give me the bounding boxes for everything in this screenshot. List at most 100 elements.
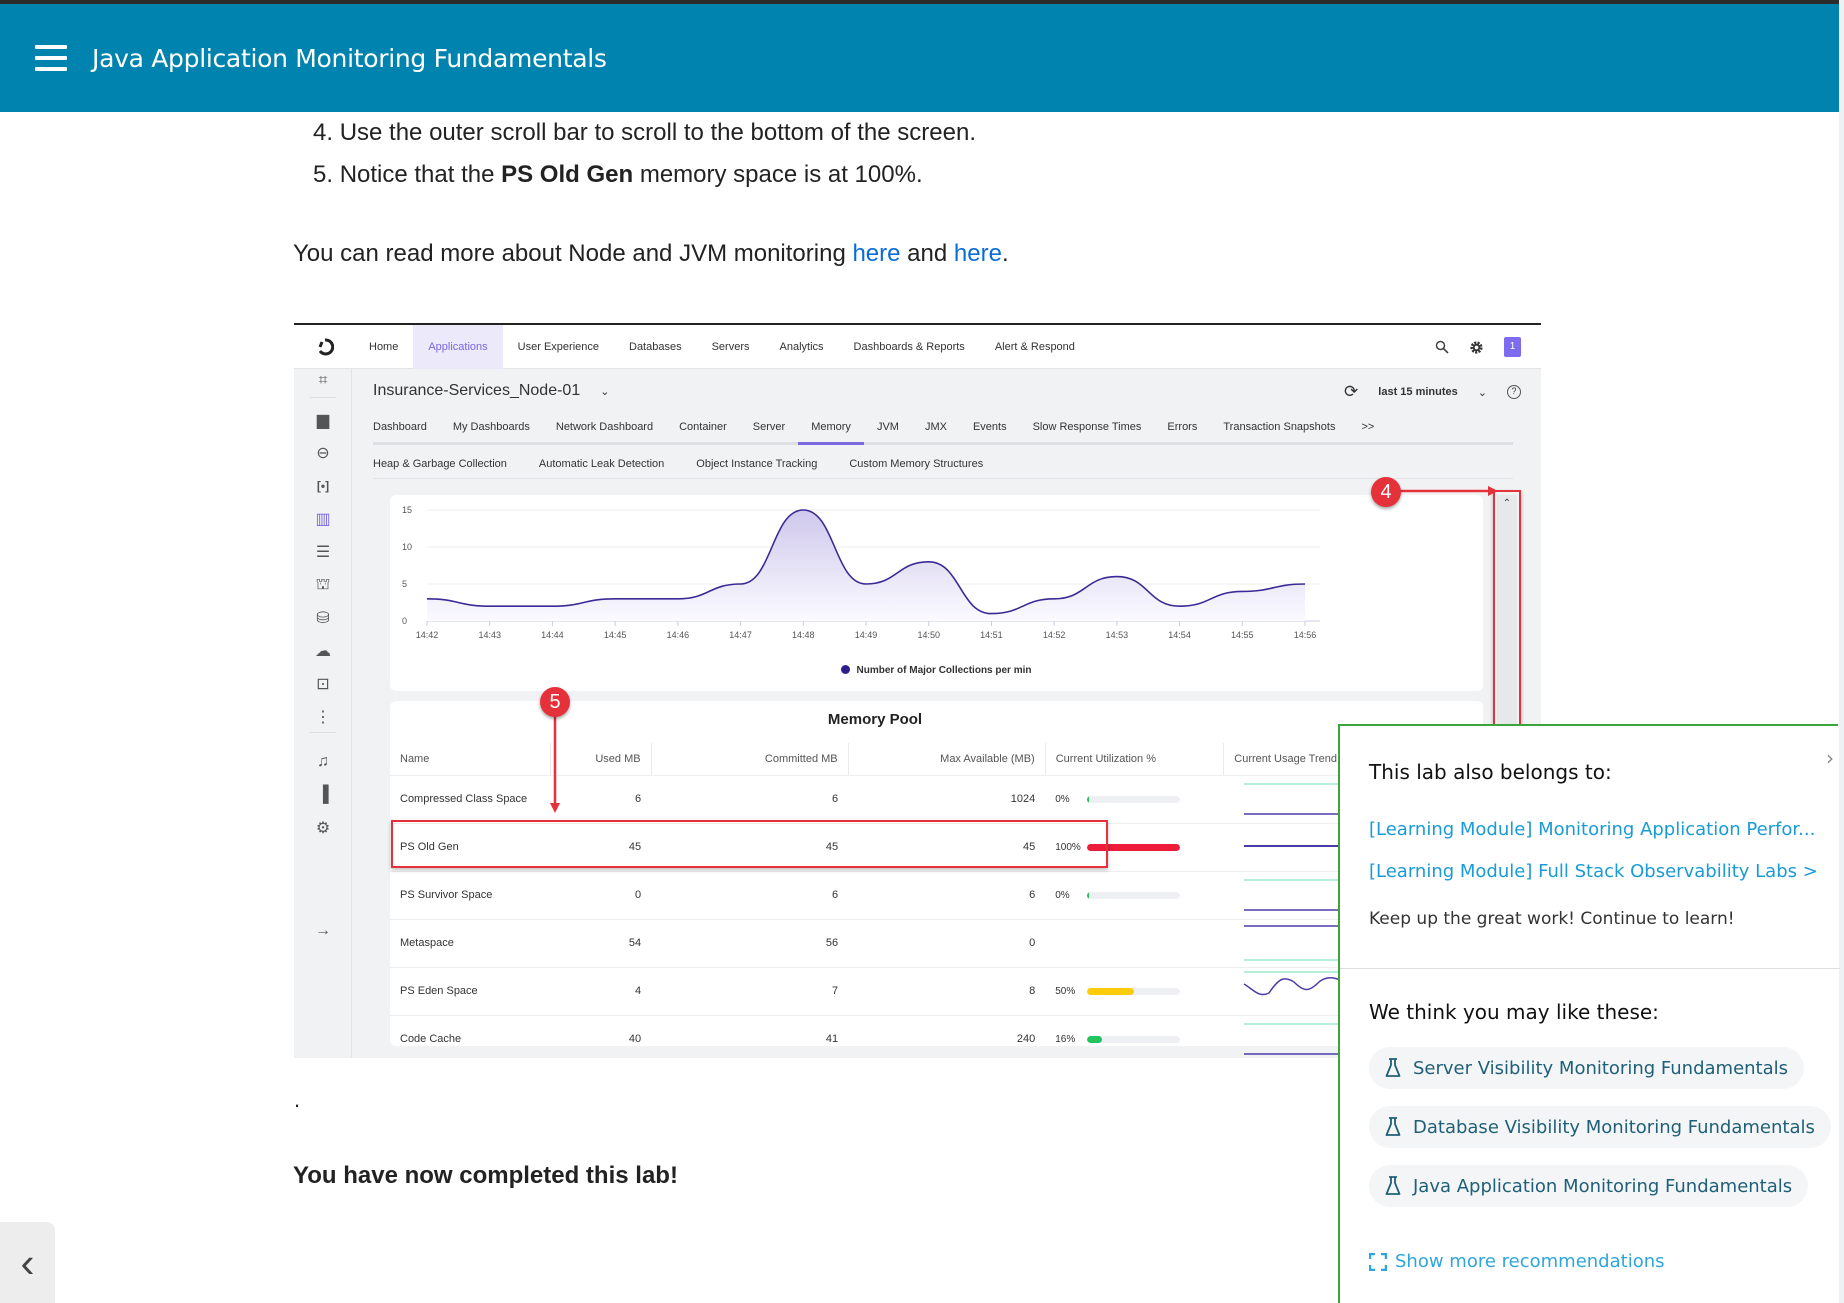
table-row[interactable]: Code Cache 40 41 240 16%: [390, 1015, 1483, 1058]
help-icon[interactable]: ?: [1507, 385, 1521, 399]
recommendation-item[interactable]: Database Visibility Monitoring Fundament…: [1369, 1106, 1831, 1148]
embedded-nav: Home Applications User Experience Databases…: [354, 325, 1090, 369]
expand-arrow-icon[interactable]: →: [294, 919, 352, 943]
column-header: Name: [390, 743, 551, 776]
read-more-paragraph: You can read more about Node and JVM mon…: [293, 240, 1009, 267]
tab-server[interactable]: Server: [740, 409, 798, 442]
chevron-down-icon[interactable]: ⌄: [1478, 386, 1487, 399]
belongs-title: This lab also belongs to:: [1369, 760, 1612, 784]
table-row[interactable]: PS Survivor Space 0 6 6 0%: [390, 871, 1483, 920]
lab-flask-icon: [1385, 1117, 1401, 1136]
arrow-4: [1384, 486, 1498, 496]
settings-icon[interactable]: ⚙: [294, 816, 352, 840]
cell-max: 240: [848, 1015, 1046, 1058]
tab-memory[interactable]: Memory: [798, 409, 864, 445]
learning-module-link-1[interactable]: [Learning Module] Monitoring Application…: [1369, 819, 1815, 840]
tab-transaction-snapshots[interactable]: Transaction Snapshots: [1210, 409, 1348, 442]
tab-dashboard[interactable]: Dashboard: [373, 409, 440, 442]
here-link-1[interactable]: here: [852, 240, 900, 267]
separator-dot: .: [294, 1087, 301, 1112]
tab-my-dashboards[interactable]: My Dashboards: [440, 409, 543, 442]
refresh-icon[interactable]: ⟳: [1344, 382, 1358, 402]
nodes-icon[interactable]: ▥: [294, 507, 352, 531]
hamburger-menu-icon[interactable]: [35, 45, 67, 71]
cell-used: 0: [550, 871, 652, 920]
nav-item-home[interactable]: Home: [354, 325, 413, 369]
learning-module-link-2[interactable]: [Learning Module] Full Stack Observabili…: [1369, 861, 1818, 882]
cell-utilization: 0%: [1045, 871, 1224, 920]
gear-icon[interactable]: [1469, 340, 1484, 355]
x-tick-label: 14:50: [917, 630, 940, 640]
nav-item-analytics[interactable]: Analytics: [765, 325, 839, 369]
lab-flask-icon: [1385, 1058, 1401, 1077]
utilization-bar: 0%: [1055, 794, 1214, 805]
chevron-left-icon: ‹: [20, 1238, 35, 1286]
tab-events[interactable]: Events: [960, 409, 1020, 442]
servers-icon[interactable]: ☰: [294, 540, 352, 564]
subtab-custom-memory-structures[interactable]: Custom Memory Structures: [849, 449, 1015, 478]
show-more-recommendations[interactable]: Show more recommendations: [1369, 1251, 1665, 1272]
utilization-track: [1087, 795, 1181, 803]
nav-item-applications[interactable]: Applications: [413, 325, 503, 369]
here-link-2[interactable]: here: [954, 240, 1002, 267]
app-header: Java Application Monitoring Fundamentals: [0, 4, 1839, 112]
nav-item-user-experience[interactable]: User Experience: [503, 325, 614, 369]
x-tick-label: 14:46: [667, 630, 690, 640]
cloud-upload-icon[interactable]: ☁: [294, 639, 352, 663]
notification-badge[interactable]: 1: [1504, 337, 1521, 357]
tab-jvm[interactable]: JVM: [864, 409, 912, 442]
cell-used: 40: [550, 1015, 652, 1058]
collapse-panel-icon[interactable]: ›: [1826, 746, 1834, 770]
nav-item-alert-respond[interactable]: Alert & Respond: [980, 325, 1090, 369]
time-range-selector[interactable]: last 15 minutes: [1378, 386, 1457, 398]
dashboard-icon[interactable]: ▆: [294, 408, 352, 432]
nav-item-servers[interactable]: Servers: [697, 325, 765, 369]
recommendation-label: Database Visibility Monitoring Fundament…: [1413, 1116, 1815, 1138]
scan-icon[interactable]: [•]: [294, 474, 352, 498]
embedded-top-icons: 1: [1435, 337, 1521, 357]
bell-icon[interactable]: ♫: [294, 750, 352, 774]
subtab-object-instance-tracking[interactable]: Object Instance Tracking: [696, 449, 849, 478]
node-tabs: Dashboard My Dashboards Network Dashboard C…: [373, 409, 1513, 445]
nav-item-databases[interactable]: Databases: [614, 325, 697, 369]
tab-more[interactable]: >>: [1348, 409, 1387, 442]
legend-swatch: [841, 665, 851, 674]
recommendation-item[interactable]: Server Visibility Monitoring Fundamental…: [1369, 1047, 1805, 1089]
embedded-topbar: Home Applications User Experience Databases…: [294, 325, 1541, 369]
tab-errors[interactable]: Errors: [1154, 409, 1210, 442]
panel-divider: [1340, 968, 1840, 969]
page-scrollbar[interactable]: [1839, 0, 1844, 1303]
app-selector[interactable]: Insurance-Services_Node-01 ⌄: [373, 382, 609, 400]
cell-name: PS Survivor Space: [390, 871, 551, 920]
subtab-automatic-leak-detection[interactable]: Automatic Leak Detection: [539, 449, 696, 478]
major-collections-chart: 0 5 10 15 14:42 14:43 14:44 14:45 14:46 14:47 14:4…: [390, 495, 1483, 691]
nav-item-dashboards-reports[interactable]: Dashboards & Reports: [839, 325, 980, 369]
tab-container[interactable]: Container: [666, 409, 740, 442]
recommendation-item[interactable]: Java Application Monitoring Fundamentals: [1369, 1165, 1809, 1207]
utilization-bar: 0%: [1055, 890, 1214, 901]
database-icon[interactable]: ⛁: [294, 606, 352, 630]
subtab-heap-garbage-collection[interactable]: Heap & Garbage Collection: [373, 449, 539, 478]
containers-icon[interactable]: ⛫: [294, 573, 352, 597]
more-icon[interactable]: ⋮: [294, 705, 352, 729]
cell-utilization: 50%: [1045, 967, 1224, 1016]
y-tick-label: 10: [402, 542, 412, 552]
table-row[interactable]: PS Eden Space 4 7 8 50%: [390, 967, 1483, 1016]
previous-page-button[interactable]: ‹: [0, 1222, 55, 1303]
tiers-icon[interactable]: ⊖: [294, 441, 352, 465]
cell-committed: 6: [651, 775, 849, 824]
tab-jmx[interactable]: JMX: [912, 409, 960, 442]
cell-name: Compressed Class Space: [390, 775, 551, 824]
x-tick-label: 14:44: [541, 630, 564, 640]
tab-slow-response-times[interactable]: Slow Response Times: [1020, 409, 1155, 442]
chart-svg: 0 5 10 15 14:42 14:43 14:44 14:45 14:46 14:47 14:4…: [402, 505, 1320, 640]
alert-screen-icon[interactable]: ⊡: [294, 672, 352, 696]
column-header: Used MB: [550, 743, 652, 776]
table-row[interactable]: Metaspace 54 56 0: [390, 919, 1483, 968]
search-icon[interactable]: [1435, 340, 1449, 354]
tab-network-dashboard[interactable]: Network Dashboard: [543, 409, 666, 442]
column-header: Max Available (MB): [848, 743, 1046, 776]
recommendation-label: Java Application Monitoring Fundamentals: [1413, 1175, 1793, 1197]
analytics-icon[interactable]: ▐: [294, 783, 352, 807]
flow-map-icon[interactable]: ⌗: [294, 369, 352, 393]
